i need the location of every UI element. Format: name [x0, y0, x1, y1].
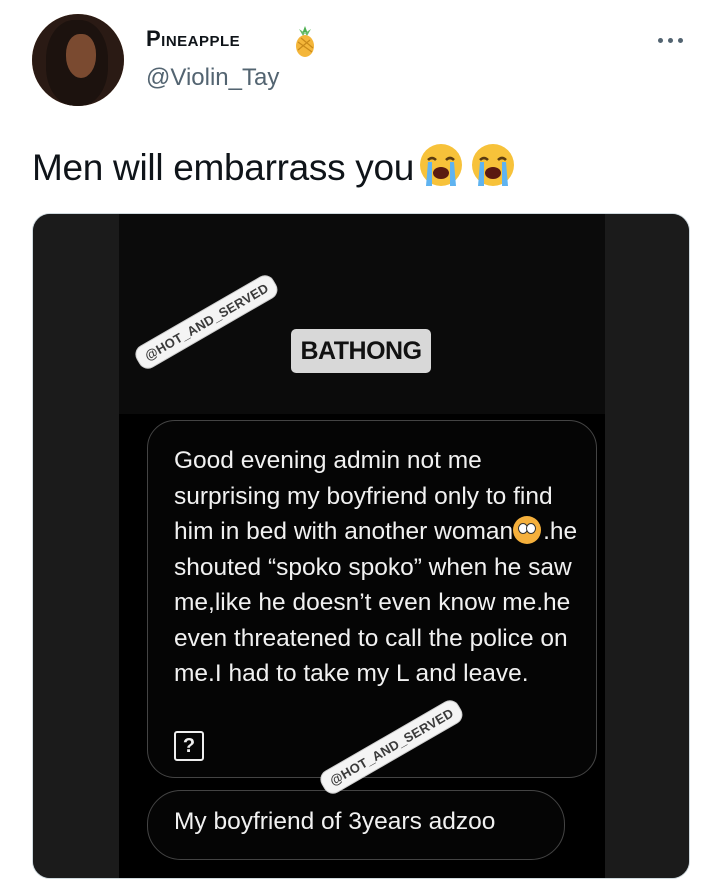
- tweet-media-image[interactable]: BATHONG @HOT_AND_SERVED Good evening adm…: [32, 213, 690, 879]
- message-text-part-1: Good evening admin not me surprising my …: [174, 447, 553, 545]
- display-name[interactable]: Pineapple: [146, 26, 240, 52]
- astonished-face-icon: [513, 516, 542, 544]
- media-right-border: [605, 214, 689, 878]
- loudly-crying-face-icon: [472, 144, 515, 186]
- media-left-border: [33, 214, 119, 878]
- tweet-body: Men will embarrass you: [32, 147, 415, 188]
- bathong-sticker: BATHONG: [291, 329, 431, 373]
- user-handle[interactable]: @Violin_Tay: [146, 64, 279, 92]
- message-text: Good evening admin not me surprising my …: [174, 443, 584, 692]
- question-mark-icon: ?: [174, 731, 204, 761]
- message-2-text: My boyfriend of 3years adzoo: [174, 808, 496, 835]
- loudly-crying-face-icon: [420, 144, 463, 186]
- more-options-icon[interactable]: [652, 30, 688, 50]
- tweet-text: Men will embarrass you: [32, 140, 518, 190]
- story-header-area: [119, 214, 605, 414]
- profile-avatar[interactable]: [32, 14, 124, 106]
- message-bubble-2: My boyfriend of 3years adzoo: [147, 790, 565, 860]
- message-bubble: Good evening admin not me surprising my …: [147, 420, 597, 778]
- pineapple-icon: [296, 26, 314, 57]
